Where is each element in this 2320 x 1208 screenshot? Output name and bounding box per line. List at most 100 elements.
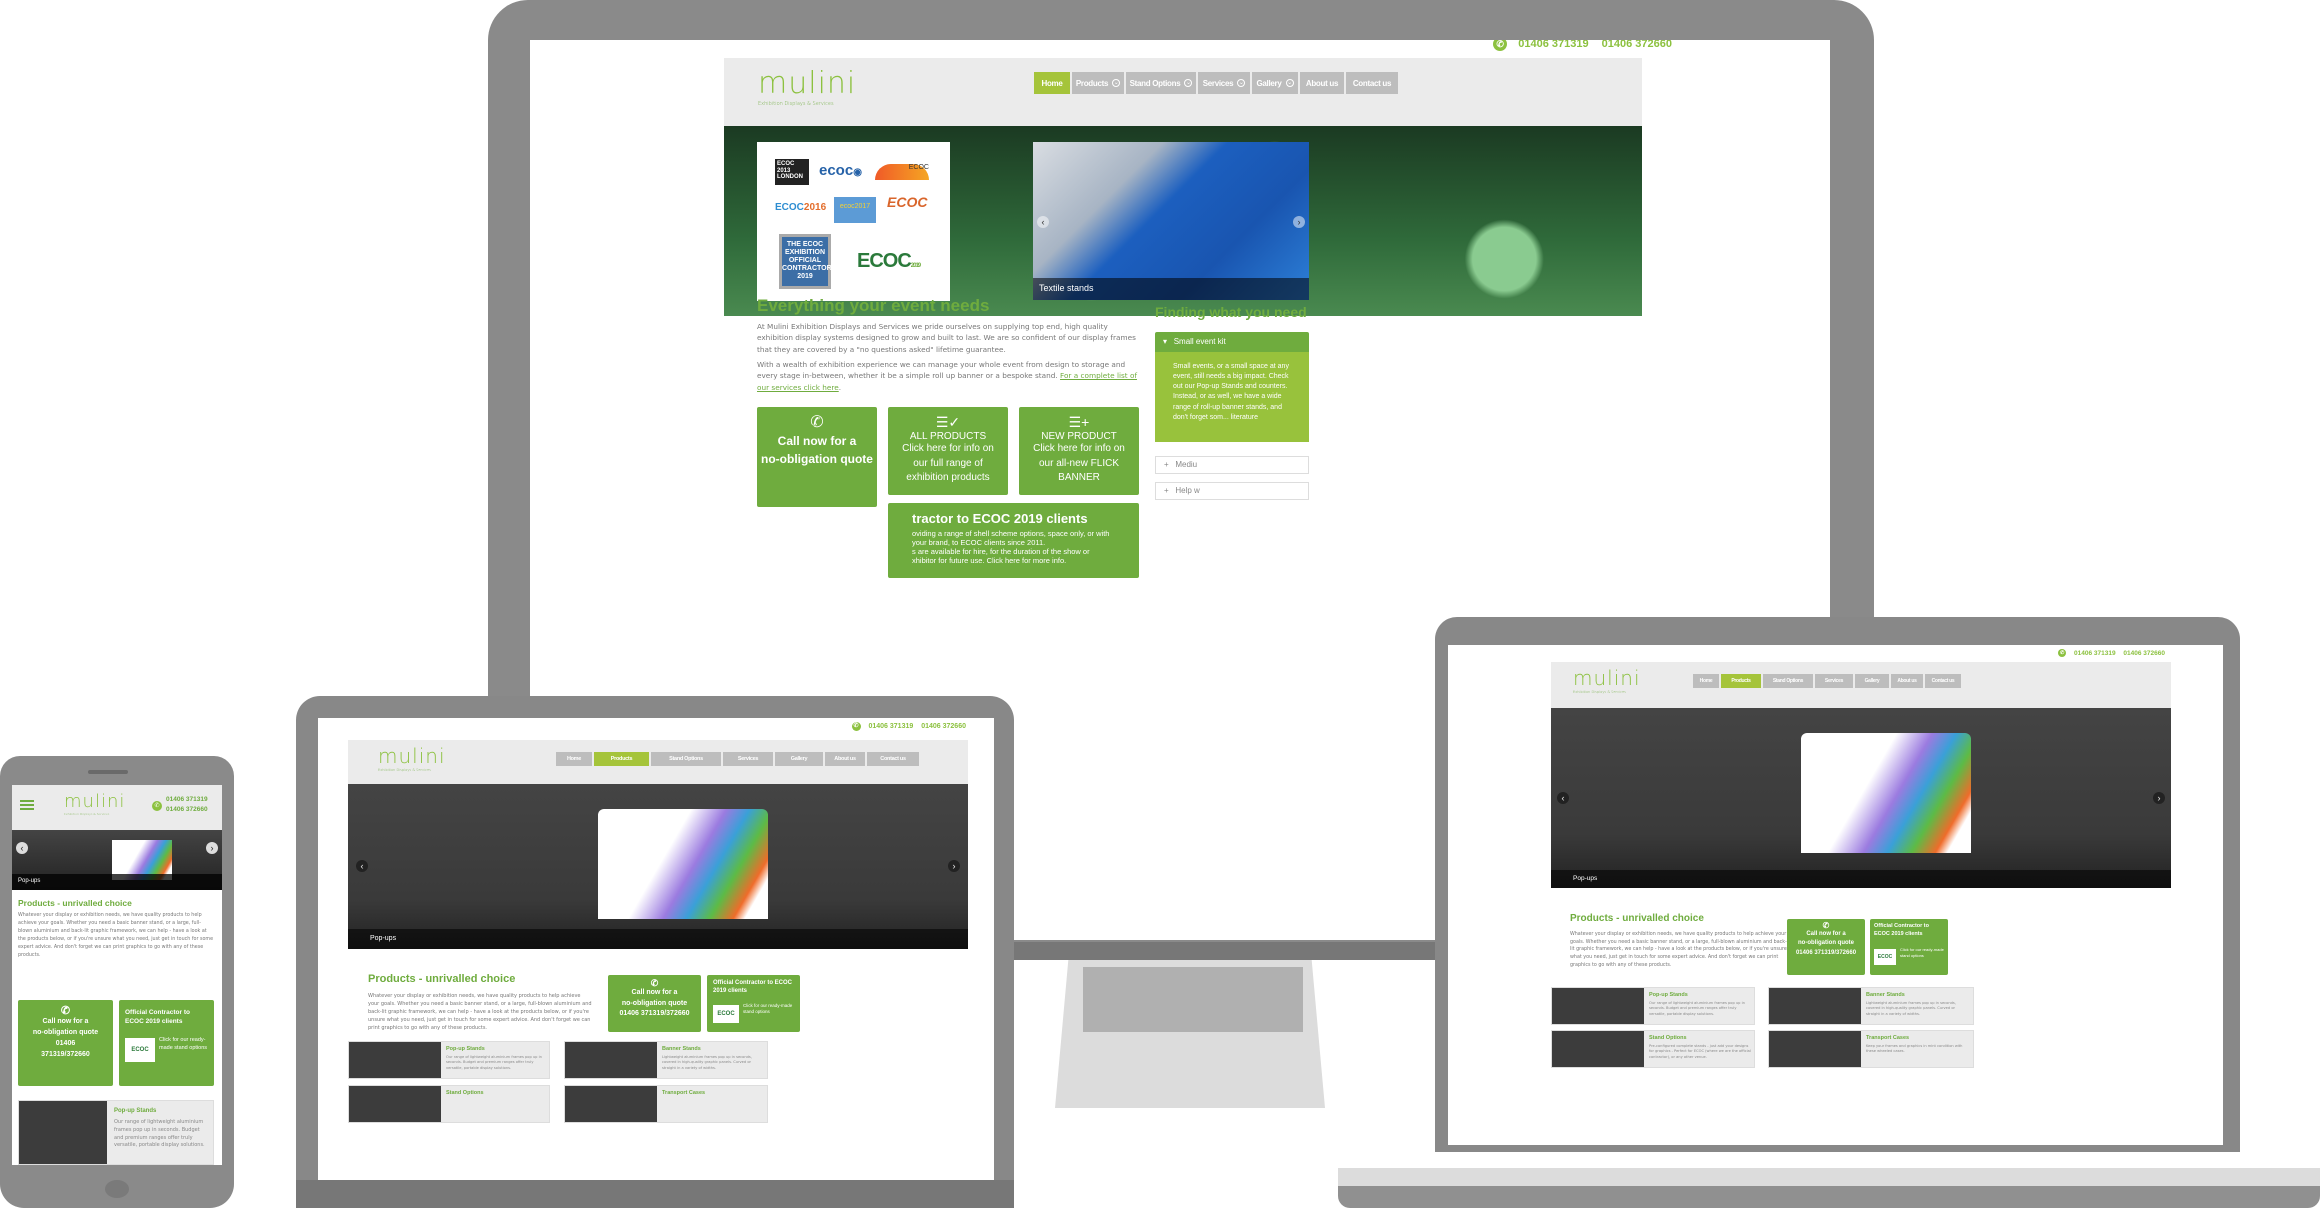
nav-about[interactable]: About us [825,752,865,766]
nav-home[interactable]: Home [556,752,592,766]
phone-2[interactable]: 01406 372660 [1602,40,1672,50]
phone-home-button[interactable] [105,1180,129,1198]
tile-transport-cases[interactable]: Transport Cases [564,1085,768,1123]
call-quote-card[interactable]: ✆ Call now for a no-obligation quote 01406… [608,975,701,1032]
slider-next-icon[interactable]: › [206,842,218,854]
products-heading: Products - unrivalled choice [368,973,516,985]
slider-prev-icon[interactable]: ‹ [1557,792,1569,804]
logo-text: mulini [758,66,857,101]
site-logo[interactable]: mulini Exhibition Displays & Services [758,66,856,107]
nav-about[interactable]: About us [1891,674,1923,688]
sidebar-heading: Finding what you need [1155,304,1307,320]
slider-next-icon[interactable]: › [2153,792,2165,804]
nav-about[interactable]: About us [1300,72,1344,94]
nav-home[interactable]: Home [1693,674,1719,688]
site-logo[interactable]: mulini Exhibition Displays & Services [64,791,125,816]
phone-1[interactable]: 01406 371319 [1518,40,1588,50]
logo-tagline: Exhibition Displays & Services [378,768,431,772]
phone-incoming-icon: ✆ [810,414,824,431]
slide-caption: Pop-ups [348,929,968,949]
slider-prev-icon[interactable]: ‹ [356,860,368,872]
phone-incoming-icon: ✆ [60,1005,71,1017]
mobile-phones[interactable]: 01406 371319 01406 372660 [166,795,208,816]
phone-1[interactable]: 01406 371319 [868,723,913,730]
call-quote-card[interactable]: ✆ Call now for a no-obligation quote 01406… [1787,919,1865,975]
nav-gallery[interactable]: Gallery [1855,674,1889,688]
logo-ecoc-2018: ECOC [887,194,928,210]
hamburger-menu-icon[interactable] [20,800,34,810]
call-quote-card[interactable]: ✆ Call now for a no-obligation quote 01406… [18,1000,113,1086]
phone-2[interactable]: 01406 372660 [921,723,966,730]
slider-next-icon[interactable]: › [948,860,960,872]
chevron-down-icon: ⌄ [1237,79,1246,87]
nav-services[interactable]: Services [723,752,773,766]
nav-contact[interactable]: Contact us [1925,674,1961,688]
ecoc-contractor-card[interactable]: Official Contractor to ECOC 2019 clients… [119,1000,214,1086]
card-line1: NEW PRODUCT [1041,431,1117,442]
nav-services[interactable]: Services ⌄ [1198,72,1250,94]
tile-stand-options[interactable]: Stand Options Pre-configured complete sta… [1551,1030,1755,1068]
nav-products[interactable]: Products ⌄ [1072,72,1124,94]
tile-popup-stands[interactable]: Pop-up Stands Our range of lightweight al… [1551,987,1755,1025]
logo-tagline: Exhibition Displays & Services [64,812,110,816]
nav-home[interactable]: Home [1034,72,1070,94]
phone-screen: mulini Exhibition Displays & Services ✆ 0… [12,785,222,1165]
slider-prev-icon[interactable]: ‹ [16,842,28,854]
accordion-medium[interactable]: + Mediu [1155,456,1309,474]
nav-services[interactable]: Services [1815,674,1853,688]
products-slider: ‹ › Pop-ups [1551,708,2171,888]
ecoc-contractor-card[interactable]: Official Contractor to ECOC 2019 clients… [707,975,800,1032]
tile-banner-stands[interactable]: Banner Stands Lightweight aluminium frame… [564,1041,768,1079]
nav-products[interactable]: Products [594,752,649,766]
phone-icon: ✆ [152,801,162,811]
logo-ecoc-2013: ECOC 2013 LONDON [775,159,809,185]
tile-popup-stands[interactable]: Pop-up Stands Our range of lightweight al… [18,1100,214,1165]
ecoc-contractor-card[interactable]: Official Contractor to ECOC 2019 clients… [1870,919,1948,975]
products-paragraph: Whatever your display or exhibition need… [18,913,214,958]
ecoc-banner-line: your brand, to ECOC clients since 2011. [912,538,1046,547]
phone-incoming-icon: ✆ [650,978,659,988]
popup-stand-image [598,809,768,919]
tile-transport-cases[interactable]: Transport Cases Keep your frames and grap… [1768,1030,1974,1068]
caret-down-icon: ▾ [1163,337,1168,346]
nav-stand-options[interactable]: Stand Options [1763,674,1813,688]
all-products-card[interactable]: ☰✓ ALL PRODUCTS Click here for info on o… [888,407,1008,495]
site-header: mulini Exhibition Displays & Services Hom… [1551,662,2171,708]
slide-caption: Pop-ups [12,874,222,890]
accordion-small-event-kit[interactable]: ▾ Small event kit [1155,332,1309,352]
nav-stand-options[interactable]: Stand Options [651,752,721,766]
phone-2[interactable]: 01406 372660 [2123,650,2165,657]
site-logo[interactable]: mulini Exhibition Displays & Services [1573,666,1641,694]
nav-products[interactable]: Products [1721,674,1761,688]
nav-contact[interactable]: Contact us [1346,72,1398,94]
logo-ecoc-2015: ECOC [875,164,929,180]
nav-gallery[interactable]: Gallery [775,752,823,766]
card-line2: Click here for info on our full range of… [902,443,994,483]
list-check-icon: ☰✓ [935,414,961,430]
ecoc-contractor-banner[interactable]: tractor to ECOC 2019 clients oviding a r… [888,503,1139,578]
tile-popup-stands[interactable]: Pop-up Stands Our range of lightweight al… [348,1041,550,1079]
accordion-help[interactable]: + Help w [1155,482,1309,500]
slider-prev-icon[interactable]: ‹ [1037,216,1049,228]
header-phone: ✆ 01406 371319 01406 372660 [2058,649,2165,657]
new-product-card[interactable]: ☰+ NEW PRODUCT Click here for info on ou… [1019,407,1139,495]
tile-banner-stands[interactable]: Banner Stands Lightweight aluminium frame… [1768,987,1974,1025]
chevron-down-icon: ⌄ [1184,79,1193,87]
chevron-down-icon: ⌄ [1285,79,1294,87]
slider-next-icon[interactable]: › [1293,216,1305,228]
phone-icon: ✆ [851,722,861,731]
logo-official-contractor: THE ECOC EXHIBITION OFFICIAL CONTRACTOR … [779,234,832,289]
call-quote-card[interactable]: ✆ Call now for a no-obligation quote [757,407,877,507]
nav-contact[interactable]: Contact us [867,752,919,766]
mobile-header: mulini Exhibition Displays & Services ✆ 0… [12,785,222,830]
site-logo[interactable]: mulini Exhibition Displays & Services [378,744,446,772]
hero-slide-image: ‹ › Textile stands [1033,142,1309,300]
nav-gallery[interactable]: Gallery ⌄ [1252,72,1298,94]
ecoc-thumb: ECOC [125,1038,155,1062]
logo-ecoc-2016: ECOC2016 [775,202,827,213]
tile-stand-options[interactable]: Stand Options [348,1085,550,1123]
nav-stand-options[interactable]: Stand Options ⌄ [1126,72,1196,94]
phone-1[interactable]: 01406 371319 [2074,650,2116,657]
logo-text: mulini [1573,666,1641,690]
accordion-panel-small-event-kit: Small events, or a small space at any ev… [1155,352,1309,442]
